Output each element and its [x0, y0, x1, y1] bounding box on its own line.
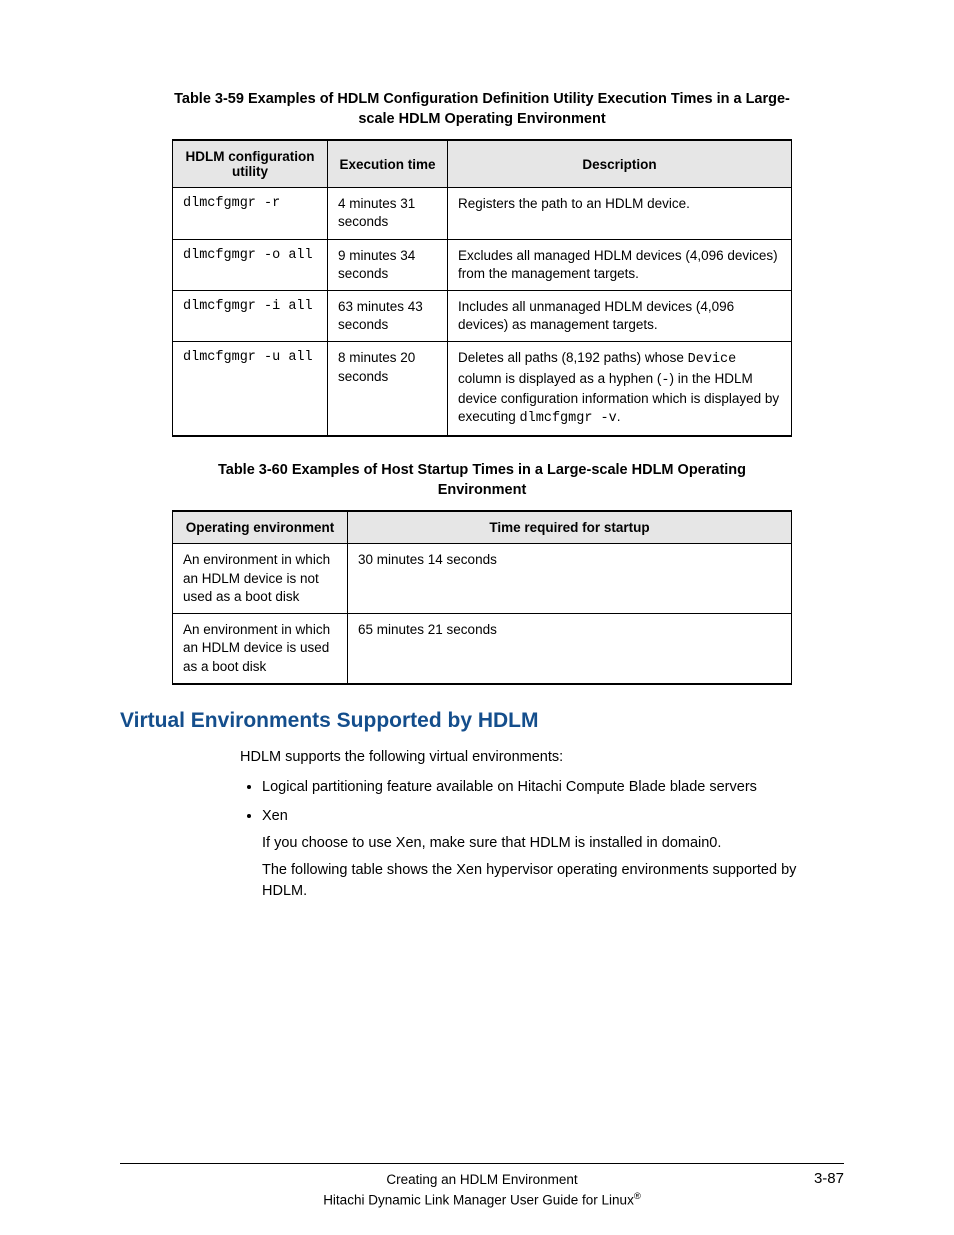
table-59: HDLM configuration utility Execution tim… [172, 139, 792, 437]
table-row: dlmcfgmgr -o all 9 minutes 34 seconds Ex… [173, 239, 792, 290]
time-cell: 8 minutes 20 seconds [328, 342, 448, 436]
sub-paragraph: The following table shows the Xen hyperv… [262, 860, 814, 902]
page-footer: Creating an HDLM Environment Hitachi Dyn… [120, 1163, 844, 1208]
time-cell: 9 minutes 34 seconds [328, 239, 448, 290]
table-header: Operating environment [173, 511, 348, 544]
table-row: dlmcfgmgr -i all 63 minutes 43 seconds I… [173, 291, 792, 342]
table-59-caption: Table 3-59 Examples of HDLM Configuratio… [172, 90, 792, 129]
table-row: An environment in which an HDLM device i… [173, 544, 792, 614]
table-60-caption: Table 3-60 Examples of Host Startup Time… [172, 461, 792, 500]
desc-cell: Deletes all paths (8,192 paths) whose De… [448, 342, 792, 436]
section-heading: Virtual Environments Supported by HDLM [120, 709, 844, 733]
time-cell: 63 minutes 43 seconds [328, 291, 448, 342]
utility-cell: dlmcfgmgr -u all [173, 342, 328, 436]
page-number: 3-87 [814, 1170, 844, 1187]
list-item: Logical partitioning feature available o… [262, 777, 814, 798]
table-row: Operating environment Time required for … [173, 511, 792, 544]
table-header: Time required for startup [348, 511, 792, 544]
utility-cell: dlmcfgmgr -i all [173, 291, 328, 342]
table-row: An environment in which an HDLM device i… [173, 614, 792, 684]
utility-cell: dlmcfgmgr -r [173, 188, 328, 239]
sub-paragraph: If you choose to use Xen, make sure that… [262, 833, 814, 854]
desc-cell: Registers the path to an HDLM device. [448, 188, 792, 239]
desc-cell: Excludes all managed HDLM devices (4,096… [448, 239, 792, 290]
table-60: Operating environment Time required for … [172, 510, 792, 684]
table-header: Execution time [328, 140, 448, 188]
utility-cell: dlmcfgmgr -o all [173, 239, 328, 290]
list-item: Xen If you choose to use Xen, make sure … [262, 806, 814, 902]
time-cell: 30 minutes 14 seconds [348, 544, 792, 614]
footer-chapter: Creating an HDLM Environment [120, 1172, 844, 1187]
env-cell: An environment in which an HDLM device i… [173, 544, 348, 614]
table-header: Description [448, 140, 792, 188]
env-cell: An environment in which an HDLM device i… [173, 614, 348, 684]
bullet-list: Logical partitioning feature available o… [240, 777, 814, 902]
time-cell: 4 minutes 31 seconds [328, 188, 448, 239]
time-cell: 65 minutes 21 seconds [348, 614, 792, 684]
table-header: HDLM configuration utility [173, 140, 328, 188]
table-row: dlmcfgmgr -u all 8 minutes 20 seconds De… [173, 342, 792, 436]
footer-doc-title: Hitachi Dynamic Link Manager User Guide … [120, 1191, 844, 1208]
table-row: dlmcfgmgr -r 4 minutes 31 seconds Regist… [173, 188, 792, 239]
intro-text: HDLM supports the following virtual envi… [240, 747, 814, 767]
desc-cell: Includes all unmanaged HDLM devices (4,0… [448, 291, 792, 342]
table-row: HDLM configuration utility Execution tim… [173, 140, 792, 188]
